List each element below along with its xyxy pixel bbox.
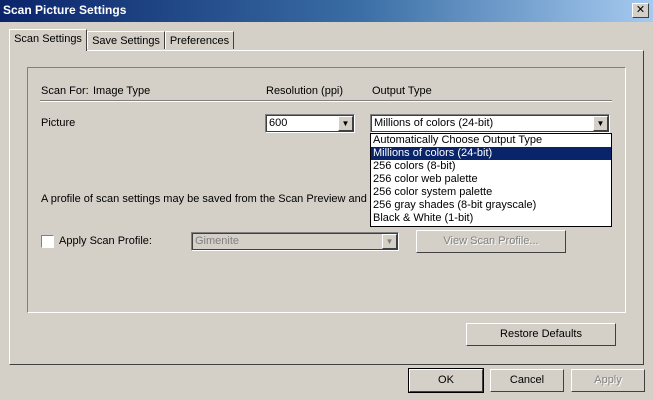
resolution-header: Resolution (ppi) xyxy=(266,85,344,97)
output-option-black-white[interactable]: Black & White (1-bit) xyxy=(371,212,611,225)
cancel-button[interactable]: Cancel xyxy=(490,369,564,392)
resolution-select[interactable]: 600 ▼ xyxy=(265,114,355,133)
view-scan-profile-button[interactable]: View Scan Profile... xyxy=(416,230,566,253)
tab-preferences[interactable]: Preferences xyxy=(165,31,234,49)
apply-profile-label[interactable]: Apply Scan Profile: xyxy=(59,235,152,247)
output-type-select[interactable]: Millions of colors (24-bit) ▼ xyxy=(370,114,610,133)
scan-for-header: Scan For: xyxy=(41,85,89,97)
output-option-millions[interactable]: Millions of colors (24-bit) xyxy=(371,147,611,160)
output-option-web-palette[interactable]: 256 color web palette xyxy=(371,173,611,186)
tab-label: Preferences xyxy=(169,35,230,47)
ok-button[interactable]: OK xyxy=(408,368,484,393)
apply-button[interactable]: Apply xyxy=(571,369,645,392)
chevron-down-icon[interactable]: ▼ xyxy=(593,116,608,131)
profile-value: Gimenite xyxy=(195,235,240,247)
output-type-value: Millions of colors (24-bit) xyxy=(374,117,494,129)
tab-label: Scan Settings xyxy=(14,33,82,45)
apply-profile-checkbox[interactable] xyxy=(41,235,54,248)
output-type-header: Output Type xyxy=(372,85,432,97)
close-icon: ✕ xyxy=(635,4,646,16)
resolution-value: 600 xyxy=(269,117,288,129)
output-option-grayscale[interactable]: 256 gray shades (8-bit grayscale) xyxy=(371,199,611,212)
tab-scan-settings[interactable]: Scan Settings xyxy=(9,29,87,51)
restore-defaults-button[interactable]: Restore Defaults xyxy=(466,323,616,346)
tab-save-settings[interactable]: Save Settings xyxy=(87,31,165,49)
header-divider xyxy=(40,100,612,102)
image-type-header: Image Type xyxy=(93,85,151,97)
output-type-dropdown[interactable]: Automatically Choose Output Type Million… xyxy=(370,133,612,227)
window-title: Scan Picture Settings xyxy=(3,3,127,17)
output-option-auto[interactable]: Automatically Choose Output Type xyxy=(371,134,611,147)
output-option-256-colors[interactable]: 256 colors (8-bit) xyxy=(371,160,611,173)
tab-label: Save Settings xyxy=(92,35,160,47)
output-option-system-palette[interactable]: 256 color system palette xyxy=(371,186,611,199)
chevron-down-icon[interactable]: ▼ xyxy=(382,234,397,249)
close-button[interactable]: ✕ xyxy=(632,3,649,18)
profile-note: A profile of scan settings may be saved … xyxy=(41,193,382,205)
image-type-value: Picture xyxy=(41,117,76,129)
profile-select[interactable]: Gimenite ▼ xyxy=(191,232,399,251)
title-bar[interactable]: Scan Picture Settings ✕ xyxy=(0,0,653,22)
chevron-down-icon[interactable]: ▼ xyxy=(338,116,353,131)
